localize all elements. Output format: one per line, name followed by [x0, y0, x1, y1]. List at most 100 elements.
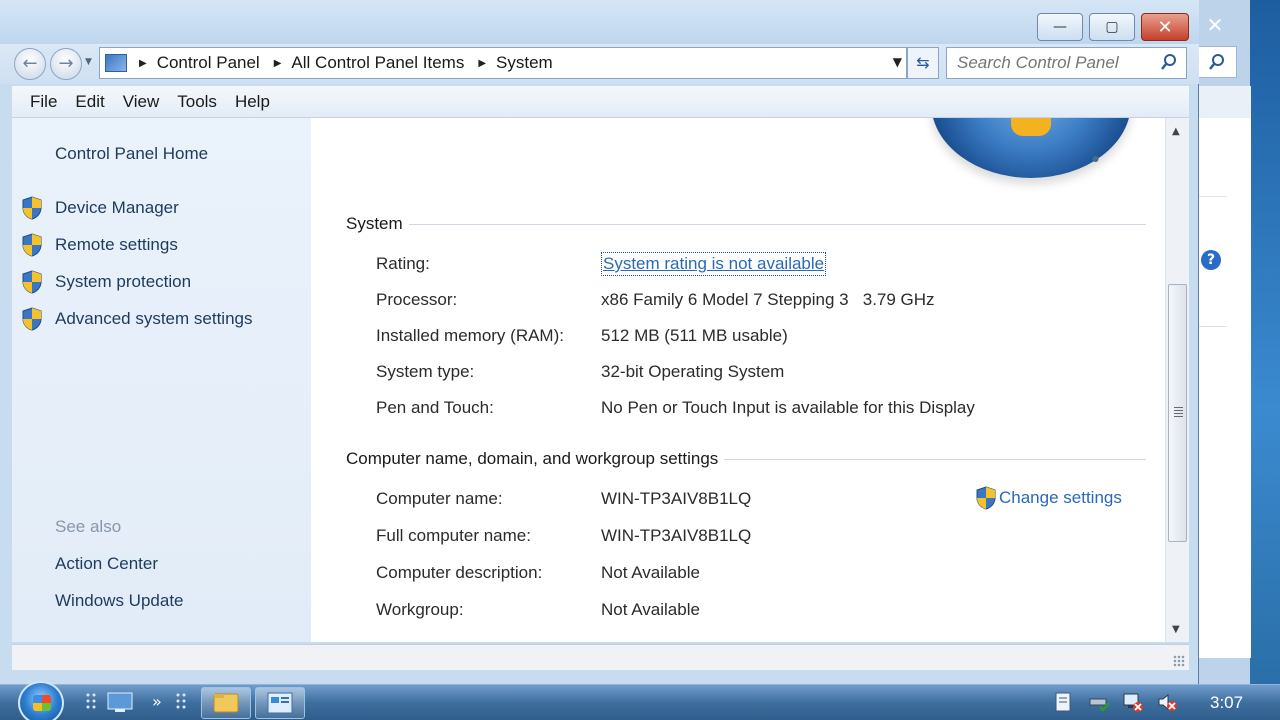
- breadcrumb-chevron-icon[interactable]: ▶: [274, 58, 282, 69]
- task-pane: Control Panel Home Device Manager Remote…: [12, 118, 311, 642]
- scroll-up-arrow-icon[interactable]: ▲: [1172, 126, 1180, 137]
- breadcrumb-system[interactable]: System: [496, 53, 553, 73]
- computer-name-section-heading: Computer name, domain, and workgroup set…: [346, 449, 1146, 469]
- workgroup-label: Workgroup:: [376, 600, 464, 619]
- recent-pages-dropdown-icon[interactable]: ▼: [85, 57, 92, 67]
- resize-grip-icon[interactable]: [1173, 655, 1185, 667]
- volume-muted-icon[interactable]: [1156, 691, 1178, 713]
- address-bar[interactable]: ▶ Control Panel ▶ All Control Panel Item…: [99, 47, 907, 79]
- memory-value: 512 MB (511 MB usable): [601, 326, 788, 345]
- search-icon[interactable]: [1197, 46, 1237, 78]
- see-also-heading: See also: [55, 517, 122, 536]
- action-center-flag-icon[interactable]: [1052, 691, 1074, 713]
- trademark-mark: ●: [1092, 154, 1099, 163]
- workgroup-value: Not Available: [601, 600, 700, 619]
- pen-touch-label: Pen and Touch:: [376, 398, 494, 417]
- breadcrumb-control-panel[interactable]: Control Panel: [157, 53, 260, 73]
- taskbar-explorer-button[interactable]: [201, 687, 251, 719]
- taskbar-clock[interactable]: 3:07: [1210, 693, 1243, 713]
- control-panel-icon: [105, 54, 127, 72]
- scroll-down-arrow-icon[interactable]: ▼: [1172, 624, 1180, 635]
- control-panel-home-link[interactable]: Control Panel Home: [55, 144, 208, 164]
- full-computer-name-label: Full computer name:: [376, 526, 531, 545]
- divider: [1197, 196, 1227, 197]
- breadcrumb-all-items[interactable]: All Control Panel Items: [291, 53, 464, 73]
- menu-help[interactable]: Help: [235, 92, 270, 112]
- refresh-button[interactable]: ⇆: [907, 47, 939, 79]
- help-icon[interactable]: ?: [1201, 250, 1221, 270]
- breadcrumb-chevron-icon[interactable]: ▶: [139, 58, 147, 69]
- windows-flag-icon: [33, 695, 51, 711]
- change-settings-link[interactable]: Change settings: [975, 486, 1122, 510]
- processor-label: Processor:: [376, 290, 458, 309]
- memory-label: Installed memory (RAM):: [376, 326, 564, 345]
- back-button[interactable]: ←: [14, 48, 46, 80]
- pen-touch-value: No Pen or Touch Input is available for t…: [601, 398, 975, 417]
- maximize-button[interactable]: ▢: [1089, 13, 1135, 41]
- processor-value: x86 Family 6 Model 7 Stepping 3 3.79 GHz: [601, 290, 935, 309]
- system-details-pane: ● System Rating: System rating is not av…: [311, 118, 1165, 642]
- computer-description-label: Computer description:: [376, 563, 543, 582]
- address-dropdown-icon[interactable]: ▼: [893, 55, 902, 69]
- forward-button[interactable]: →: [50, 48, 82, 80]
- control-panel-icon: [267, 692, 293, 714]
- vertical-scrollbar[interactable]: ▲ ▼: [1165, 118, 1189, 642]
- advanced-system-settings-link[interactable]: Advanced system settings: [55, 309, 252, 329]
- computer-name-value: WIN-TP3AIV8B1LQ: [601, 489, 752, 508]
- search-box[interactable]: [946, 47, 1187, 79]
- system-window: — ▢ ✕ ← → ▼ ▶ Control Panel ▶ All Contro…: [0, 0, 1199, 684]
- uac-shield-icon: [22, 233, 42, 257]
- system-type-value: 32-bit Operating System: [601, 362, 785, 381]
- background-window[interactable]: ✕ ?: [1196, 0, 1251, 684]
- status-bar: [12, 644, 1189, 670]
- close-icon[interactable]: ✕: [1197, 12, 1233, 38]
- full-computer-name-value: WIN-TP3AIV8B1LQ: [601, 526, 752, 545]
- action-center-link[interactable]: Action Center: [55, 554, 158, 574]
- breadcrumb-chevron-icon[interactable]: ▶: [478, 58, 486, 69]
- windows-logo-flag: [1011, 118, 1051, 136]
- taskbar-control-panel-button[interactable]: [255, 687, 305, 719]
- menu-view[interactable]: View: [123, 92, 160, 112]
- computer-name-label: Computer name:: [376, 489, 503, 508]
- system-protection-link[interactable]: System protection: [55, 272, 191, 292]
- folder-icon: [213, 693, 239, 713]
- system-rating-link[interactable]: System rating is not available: [601, 252, 827, 276]
- search-input[interactable]: [947, 48, 1147, 78]
- computer-description-value: Not Available: [601, 563, 700, 582]
- network-disconnected-icon[interactable]: [1122, 691, 1144, 713]
- show-desktop-icon[interactable]: [106, 689, 134, 715]
- rating-label: Rating:: [376, 254, 430, 273]
- device-manager-link[interactable]: Device Manager: [55, 198, 179, 218]
- start-button[interactable]: [18, 681, 64, 720]
- taskbar: » 3:07: [0, 681, 1280, 720]
- background-menubar: [1197, 86, 1251, 118]
- grip-icon: [1174, 407, 1183, 419]
- search-icon[interactable]: [1160, 53, 1178, 76]
- system-section-heading: System: [346, 214, 1146, 234]
- toolbar-grip-icon[interactable]: [170, 689, 198, 715]
- uac-shield-icon: [976, 486, 996, 510]
- remote-settings-link[interactable]: Remote settings: [55, 235, 178, 255]
- windows-update-link[interactable]: Windows Update: [55, 591, 184, 611]
- safely-remove-hardware-icon[interactable]: [1088, 691, 1110, 713]
- minimize-button[interactable]: —: [1037, 13, 1083, 41]
- scrollbar-thumb[interactable]: [1168, 284, 1187, 542]
- divider: [1197, 326, 1227, 327]
- uac-shield-icon: [22, 196, 42, 220]
- menu-tools[interactable]: Tools: [177, 92, 217, 112]
- computer-heading-text: Computer name, domain, and workgroup set…: [346, 449, 719, 468]
- menu-file[interactable]: File: [30, 92, 57, 112]
- quick-launch-grip-icon[interactable]: [80, 689, 108, 715]
- svg-text:»: »: [152, 692, 162, 711]
- navigation-bar: ← → ▼ ▶ Control Panel ▶ All Control Pane…: [0, 44, 1199, 84]
- close-button[interactable]: ✕: [1141, 13, 1189, 41]
- change-settings-label[interactable]: Change settings: [999, 488, 1122, 508]
- title-bar[interactable]: — ▢ ✕: [0, 0, 1199, 44]
- uac-shield-icon: [22, 307, 42, 331]
- system-type-label: System type:: [376, 362, 475, 381]
- system-heading-text: System: [346, 214, 403, 233]
- menu-bar: File Edit View Tools Help: [12, 86, 1189, 118]
- menu-edit[interactable]: Edit: [75, 92, 104, 112]
- uac-shield-icon: [22, 270, 42, 294]
- background-content: ?: [1197, 118, 1251, 658]
